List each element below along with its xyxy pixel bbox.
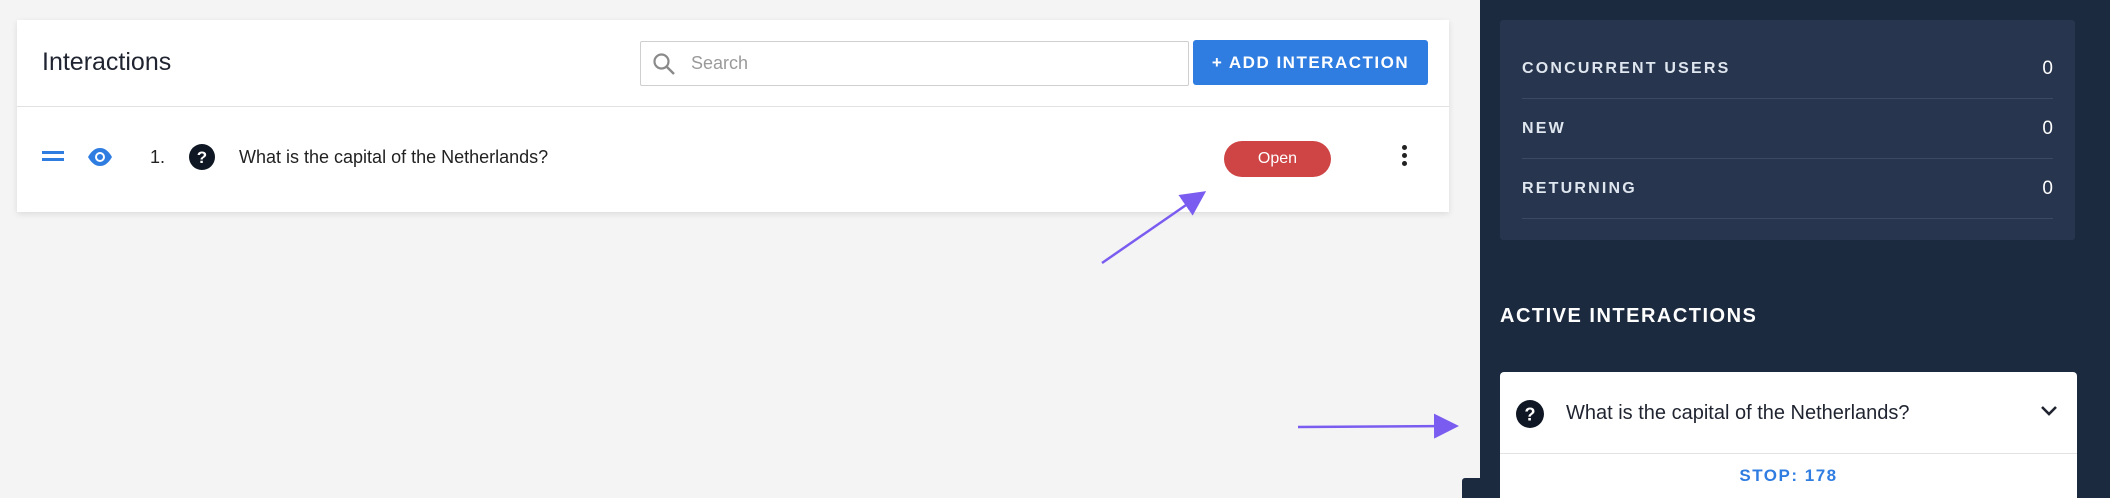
stat-value: 0: [2042, 117, 2053, 139]
stat-label: CONCURRENT USERS: [1522, 59, 1731, 77]
question-icon: ?: [1516, 400, 1544, 428]
active-interaction-question: What is the capital of the Netherlands?: [1566, 402, 1910, 424]
active-interaction-header[interactable]: ? What is the capital of the Netherlands…: [1500, 372, 2077, 454]
stat-row: NEW 0: [1522, 99, 2053, 159]
stats-sidebar: CONCURRENT USERS 0 NEW 0 RETURNING 0 ACT…: [1480, 0, 2110, 498]
stat-value: 0: [2042, 57, 2053, 79]
stat-label: RETURNING: [1522, 179, 1637, 197]
stop-button[interactable]: STOP: 178: [1500, 466, 2077, 486]
stat-label: NEW: [1522, 119, 1566, 137]
stat-row: CONCURRENT USERS 0: [1522, 39, 2053, 99]
stat-row: RETURNING 0: [1522, 159, 2053, 219]
active-interactions-heading: ACTIVE INTERACTIONS: [1500, 305, 1758, 327]
chevron-down-icon[interactable]: [2040, 405, 2058, 417]
annotation-arrow: [1101, 191, 1207, 265]
stat-value: 0: [2042, 177, 2053, 199]
active-interaction-card[interactable]: ? What is the capital of the Netherlands…: [1500, 372, 2077, 498]
svg-text:?: ?: [1524, 403, 1535, 424]
user-stats: CONCURRENT USERS 0 NEW 0 RETURNING 0: [1500, 20, 2075, 240]
annotation-arrow: [1297, 413, 1459, 439]
